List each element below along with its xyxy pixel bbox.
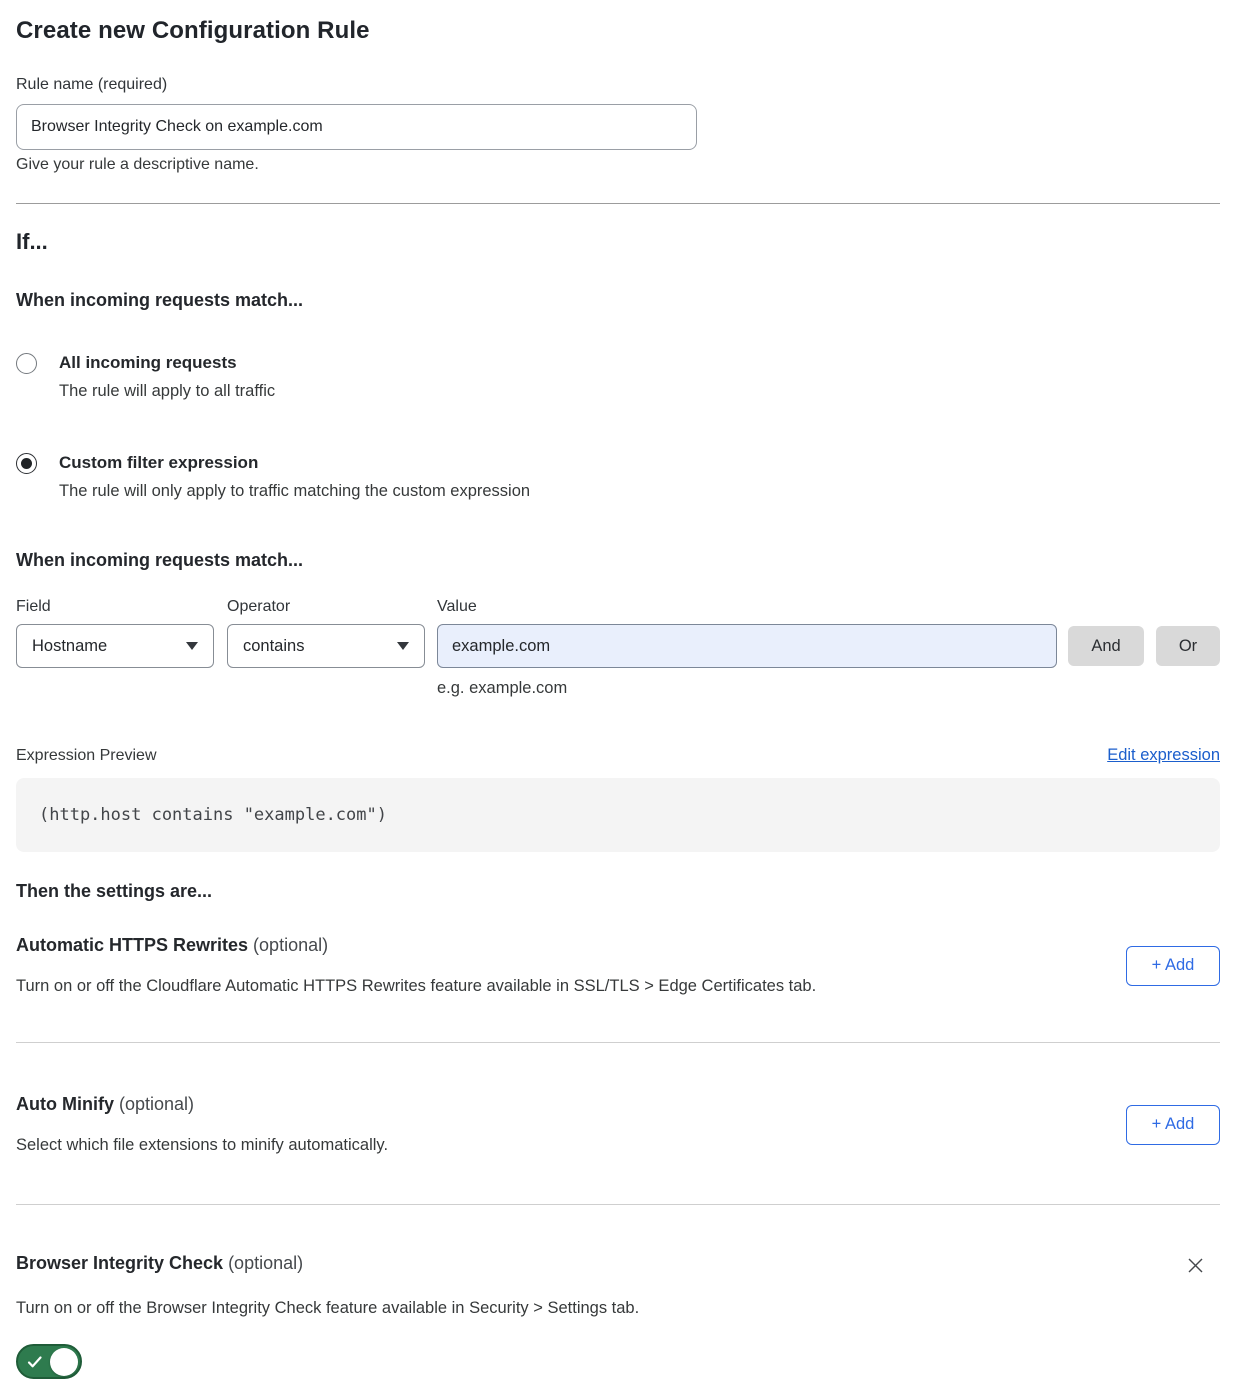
setting-automatic-https-rewrites: Automatic HTTPS Rewrites (optional) Turn… <box>16 935 1220 996</box>
setting-title: Browser Integrity Check (optional) <box>16 1253 303 1274</box>
setting-description: Turn on or off the Browser Integrity Che… <box>16 1299 1220 1318</box>
browser-integrity-check-toggle[interactable] <box>16 1344 82 1379</box>
divider <box>16 203 1220 204</box>
setting-browser-integrity-check: Browser Integrity Check (optional) Turn … <box>16 1253 1220 1379</box>
create-configuration-rule-form: Create new Configuration Rule Rule name … <box>0 0 1237 1394</box>
value-label: Value <box>437 598 1057 616</box>
radio-option-description: The rule will only apply to traffic matc… <box>59 482 530 501</box>
radio-option-custom-filter-expression[interactable]: Custom filter expression The rule will o… <box>16 453 1220 501</box>
field-select-value: Hostname <box>32 637 107 656</box>
chevron-down-icon <box>397 642 409 650</box>
check-icon <box>27 1355 43 1369</box>
optional-tag: (optional) <box>223 1253 303 1273</box>
operator-select-value: contains <box>243 637 304 656</box>
optional-tag: (optional) <box>114 1094 194 1114</box>
chevron-down-icon <box>186 642 198 650</box>
setting-description: Select which file extensions to minify a… <box>16 1136 1126 1155</box>
expression-preview-code: (http.host contains "example.com") <box>16 778 1220 852</box>
radio-button-checked[interactable] <box>16 453 37 474</box>
add-automatic-https-rewrites-button[interactable]: + Add <box>1126 946 1220 986</box>
field-label: Field <box>16 598 214 616</box>
expression-builder-heading: When incoming requests match... <box>16 550 1220 571</box>
page-title: Create new Configuration Rule <box>16 17 1220 45</box>
rule-name-help: Give your rule a descriptive name. <box>16 156 1220 174</box>
value-input[interactable] <box>437 624 1057 668</box>
optional-tag: (optional) <box>248 935 328 955</box>
rule-name-input[interactable] <box>16 104 697 150</box>
radio-option-description: The rule will apply to all traffic <box>59 382 275 401</box>
match-heading: When incoming requests match... <box>16 290 1220 311</box>
close-icon[interactable] <box>1183 1253 1208 1278</box>
setting-description: Turn on or off the Cloudflare Automatic … <box>16 977 1126 996</box>
and-button[interactable]: And <box>1068 626 1144 666</box>
expression-builder-row: Field Hostname Operator contains Value e… <box>16 598 1220 698</box>
settings-heading: Then the settings are... <box>16 881 1220 902</box>
value-help: e.g. example.com <box>437 679 1057 698</box>
setting-title: Auto Minify (optional) <box>16 1094 1126 1115</box>
rule-name-label: Rule name (required) <box>16 76 1220 94</box>
or-button[interactable]: Or <box>1156 626 1220 666</box>
radio-option-all-incoming-requests[interactable]: All incoming requests The rule will appl… <box>16 353 1220 401</box>
operator-select[interactable]: contains <box>227 624 425 668</box>
operator-label: Operator <box>227 598 425 616</box>
radio-option-label: All incoming requests <box>59 353 237 372</box>
setting-auto-minify: Auto Minify (optional) Select which file… <box>16 1094 1220 1155</box>
if-heading: If... <box>16 229 1220 255</box>
field-select[interactable]: Hostname <box>16 624 214 668</box>
setting-title: Automatic HTTPS Rewrites (optional) <box>16 935 1126 956</box>
radio-button[interactable] <box>16 353 37 374</box>
divider <box>16 1204 1220 1205</box>
expression-preview-label: Expression Preview <box>16 747 157 765</box>
divider <box>16 1042 1220 1043</box>
edit-expression-link[interactable]: Edit expression <box>1107 746 1220 765</box>
radio-option-label: Custom filter expression <box>59 453 258 472</box>
add-auto-minify-button[interactable]: + Add <box>1126 1105 1220 1145</box>
toggle-knob <box>50 1348 78 1376</box>
